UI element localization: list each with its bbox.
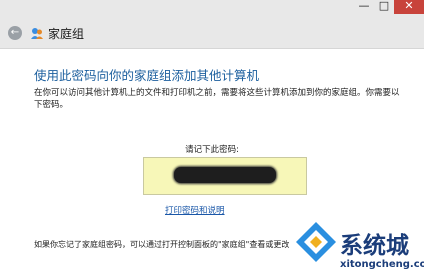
watermark: 系统城 xitongcheng.com [292, 210, 424, 277]
maximize-button[interactable]: □ [374, 0, 394, 14]
password-box [143, 157, 307, 195]
window-controls: — □ ✕ [354, 0, 424, 14]
password-label: 请记下此密码: [185, 145, 239, 155]
print-password-link[interactable]: 打印密码和说明 [165, 204, 225, 216]
breadcrumb-title[interactable]: 家庭组 [48, 25, 84, 42]
header-divider [0, 48, 424, 49]
watermark-domain: xitongcheng.com [340, 259, 424, 270]
watermark-brand: 系统城 [340, 233, 409, 259]
minimize-button[interactable]: — [354, 0, 374, 14]
homegroup-icon [31, 28, 43, 39]
redacted-password [174, 167, 276, 183]
xitongcheng-logo-icon [296, 222, 336, 262]
footer-text: 如果你忘记了家庭组密码，可以通过打开控制面板的"家庭组"查看或更改 [34, 240, 290, 249]
back-button[interactable]: ← [8, 26, 22, 40]
instruction-text: 在你可以访问其他计算机上的文件和打印机之前，需要将这些计算机添加到你的家庭组。你… [34, 88, 400, 110]
title-bar: — □ ✕ ← 家庭组 [0, 0, 424, 48]
page-heading: 使用此密码向你的家庭组添加其他计算机 [34, 68, 260, 83]
close-button[interactable]: ✕ [394, 0, 424, 14]
